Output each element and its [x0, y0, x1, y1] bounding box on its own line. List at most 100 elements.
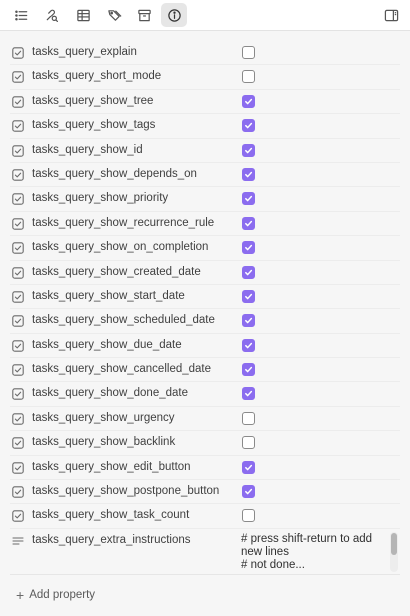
property-checkbox[interactable]: [242, 119, 255, 133]
textarea-line: # not done...: [241, 558, 305, 571]
property-row: tasks_query_show_due_date: [10, 334, 400, 359]
checkbox-type-icon[interactable]: [12, 437, 24, 449]
property-checkbox[interactable]: [242, 485, 255, 499]
checkbox-type-icon[interactable]: [12, 120, 24, 132]
checkbox-type-icon[interactable]: [12, 71, 24, 84]
property-row: tasks_query_show_created_date: [10, 261, 400, 285]
property-checkbox[interactable]: [242, 509, 255, 523]
property-list: tasks_query_explain tasks_query_short_mod…: [10, 41, 400, 575]
property-name[interactable]: tasks_query_show_on_completion: [32, 241, 208, 253]
property-row: tasks_query_show_tags: [10, 114, 400, 139]
text-type-icon[interactable]: [12, 535, 24, 547]
property-row: tasks_query_show_done_date: [10, 382, 400, 407]
property-name[interactable]: tasks_query_show_task_count: [32, 509, 189, 521]
sidebar-toggle-icon[interactable]: [378, 3, 404, 27]
checkbox-type-icon[interactable]: [12, 169, 24, 181]
checkbox-type-icon[interactable]: [12, 339, 24, 352]
property-row-extra-instructions: tasks_query_extra_instructions # press sh…: [10, 529, 400, 575]
property-name[interactable]: tasks_query_explain: [32, 46, 137, 58]
property-checkbox[interactable]: [242, 265, 255, 279]
checkbox-type-icon[interactable]: [12, 193, 24, 206]
property-checkbox[interactable]: [242, 46, 255, 59]
property-checkbox[interactable]: [242, 289, 255, 303]
property-row: tasks_query_show_postpone_button: [10, 480, 400, 505]
property-checkbox[interactable]: [242, 167, 255, 181]
property-name[interactable]: tasks_query_show_start_date: [32, 290, 185, 302]
property-name[interactable]: tasks_query_show_postpone_button: [32, 485, 219, 497]
property-name[interactable]: tasks_query_show_priority: [32, 192, 168, 204]
property-checkbox[interactable]: [242, 94, 255, 108]
property-checkbox[interactable]: [242, 363, 255, 377]
textarea-scrollbar[interactable]: [390, 531, 398, 572]
checkbox-type-icon[interactable]: [12, 486, 24, 498]
property-row: tasks_query_short_mode: [10, 65, 400, 90]
extra-instructions-textarea[interactable]: # press shift-return to add new lines # no…: [241, 533, 386, 573]
property-checkbox[interactable]: [242, 216, 255, 230]
property-row: tasks_query_show_cancelled_date: [10, 358, 400, 383]
property-row: tasks_query_show_tree: [10, 90, 400, 115]
checkbox-type-icon[interactable]: [12, 291, 24, 303]
property-row: tasks_query_show_on_completion: [10, 236, 400, 261]
property-name[interactable]: tasks_query_show_tags: [32, 119, 155, 131]
checkbox-type-icon[interactable]: [12, 510, 24, 523]
property-name[interactable]: tasks_query_short_mode: [32, 70, 161, 82]
checkbox-type-icon[interactable]: [12, 47, 24, 59]
checkbox-type-icon[interactable]: [12, 144, 24, 157]
add-property-button[interactable]: + Add property: [16, 587, 95, 603]
property-checkbox[interactable]: [242, 436, 255, 450]
property-name[interactable]: tasks_query_show_recurrence_rule: [32, 217, 214, 229]
property-name[interactable]: tasks_query_show_tree: [32, 95, 153, 107]
property-row: tasks_query_show_start_date: [10, 285, 400, 310]
textarea-line: new lines: [241, 545, 289, 558]
property-row: tasks_query_show_backlink: [10, 431, 400, 456]
checkbox-type-icon[interactable]: [12, 315, 24, 328]
checkbox-type-icon[interactable]: [12, 413, 24, 425]
property-row: tasks_query_show_id: [10, 139, 400, 163]
property-name[interactable]: tasks_query_show_done_date: [32, 387, 188, 399]
property-name[interactable]: tasks_query_show_cancelled_date: [32, 363, 211, 375]
property-name[interactable]: tasks_query_show_scheduled_date: [32, 314, 215, 326]
property-checkbox[interactable]: [242, 460, 255, 474]
property-name[interactable]: tasks_query_show_due_date: [32, 339, 182, 351]
checkbox-type-icon[interactable]: [12, 217, 24, 230]
table-icon[interactable]: [70, 3, 96, 27]
textarea-line: # press shift-return to add: [241, 532, 373, 545]
checkbox-type-icon[interactable]: [12, 388, 24, 401]
checkbox-type-icon[interactable]: [12, 266, 24, 279]
property-checkbox[interactable]: [242, 411, 255, 425]
property-name[interactable]: tasks_query_extra_instructions: [32, 534, 191, 546]
property-row: tasks_query_show_recurrence_rule: [10, 212, 400, 237]
info-icon[interactable]: [161, 3, 187, 27]
scrollbar-thumb[interactable]: [391, 532, 397, 555]
property-checkbox[interactable]: [242, 338, 255, 352]
property-row: tasks_query_show_depends_on: [10, 163, 400, 188]
property-row: tasks_query_show_edit_button: [10, 456, 400, 481]
checkbox-type-icon[interactable]: [12, 364, 24, 376]
property-name[interactable]: tasks_query_show_backlink: [32, 436, 175, 448]
property-row: tasks_query_show_task_count: [10, 504, 400, 529]
property-row: tasks_query_explain: [10, 41, 400, 66]
property-checkbox[interactable]: [242, 314, 255, 328]
archive-icon[interactable]: [131, 3, 157, 27]
property-row: tasks_query_show_scheduled_date: [10, 309, 400, 334]
property-checkbox[interactable]: [242, 70, 255, 84]
property-name[interactable]: tasks_query_show_id: [32, 144, 143, 156]
tags-icon[interactable]: [101, 3, 127, 27]
link-search-icon[interactable]: [38, 3, 64, 27]
checkbox-type-icon[interactable]: [12, 461, 24, 474]
property-name[interactable]: tasks_query_show_depends_on: [32, 168, 197, 180]
property-name[interactable]: tasks_query_show_urgency: [32, 412, 175, 424]
property-name[interactable]: tasks_query_show_created_date: [32, 266, 201, 278]
property-checkbox[interactable]: [242, 143, 255, 157]
property-checkbox[interactable]: [242, 387, 255, 401]
checkbox-type-icon[interactable]: [12, 96, 24, 108]
plus-icon: +: [16, 587, 25, 603]
property-row: tasks_query_show_priority: [10, 187, 400, 212]
property-row: tasks_query_show_urgency: [10, 407, 400, 432]
property-name[interactable]: tasks_query_show_edit_button: [32, 461, 191, 473]
property-checkbox[interactable]: [242, 192, 255, 206]
property-checkbox[interactable]: [242, 241, 255, 255]
checkbox-type-icon[interactable]: [12, 242, 24, 254]
properties-panel: tasks_query_explain tasks_query_short_mod…: [0, 31, 410, 616]
list-icon[interactable]: [8, 3, 34, 27]
